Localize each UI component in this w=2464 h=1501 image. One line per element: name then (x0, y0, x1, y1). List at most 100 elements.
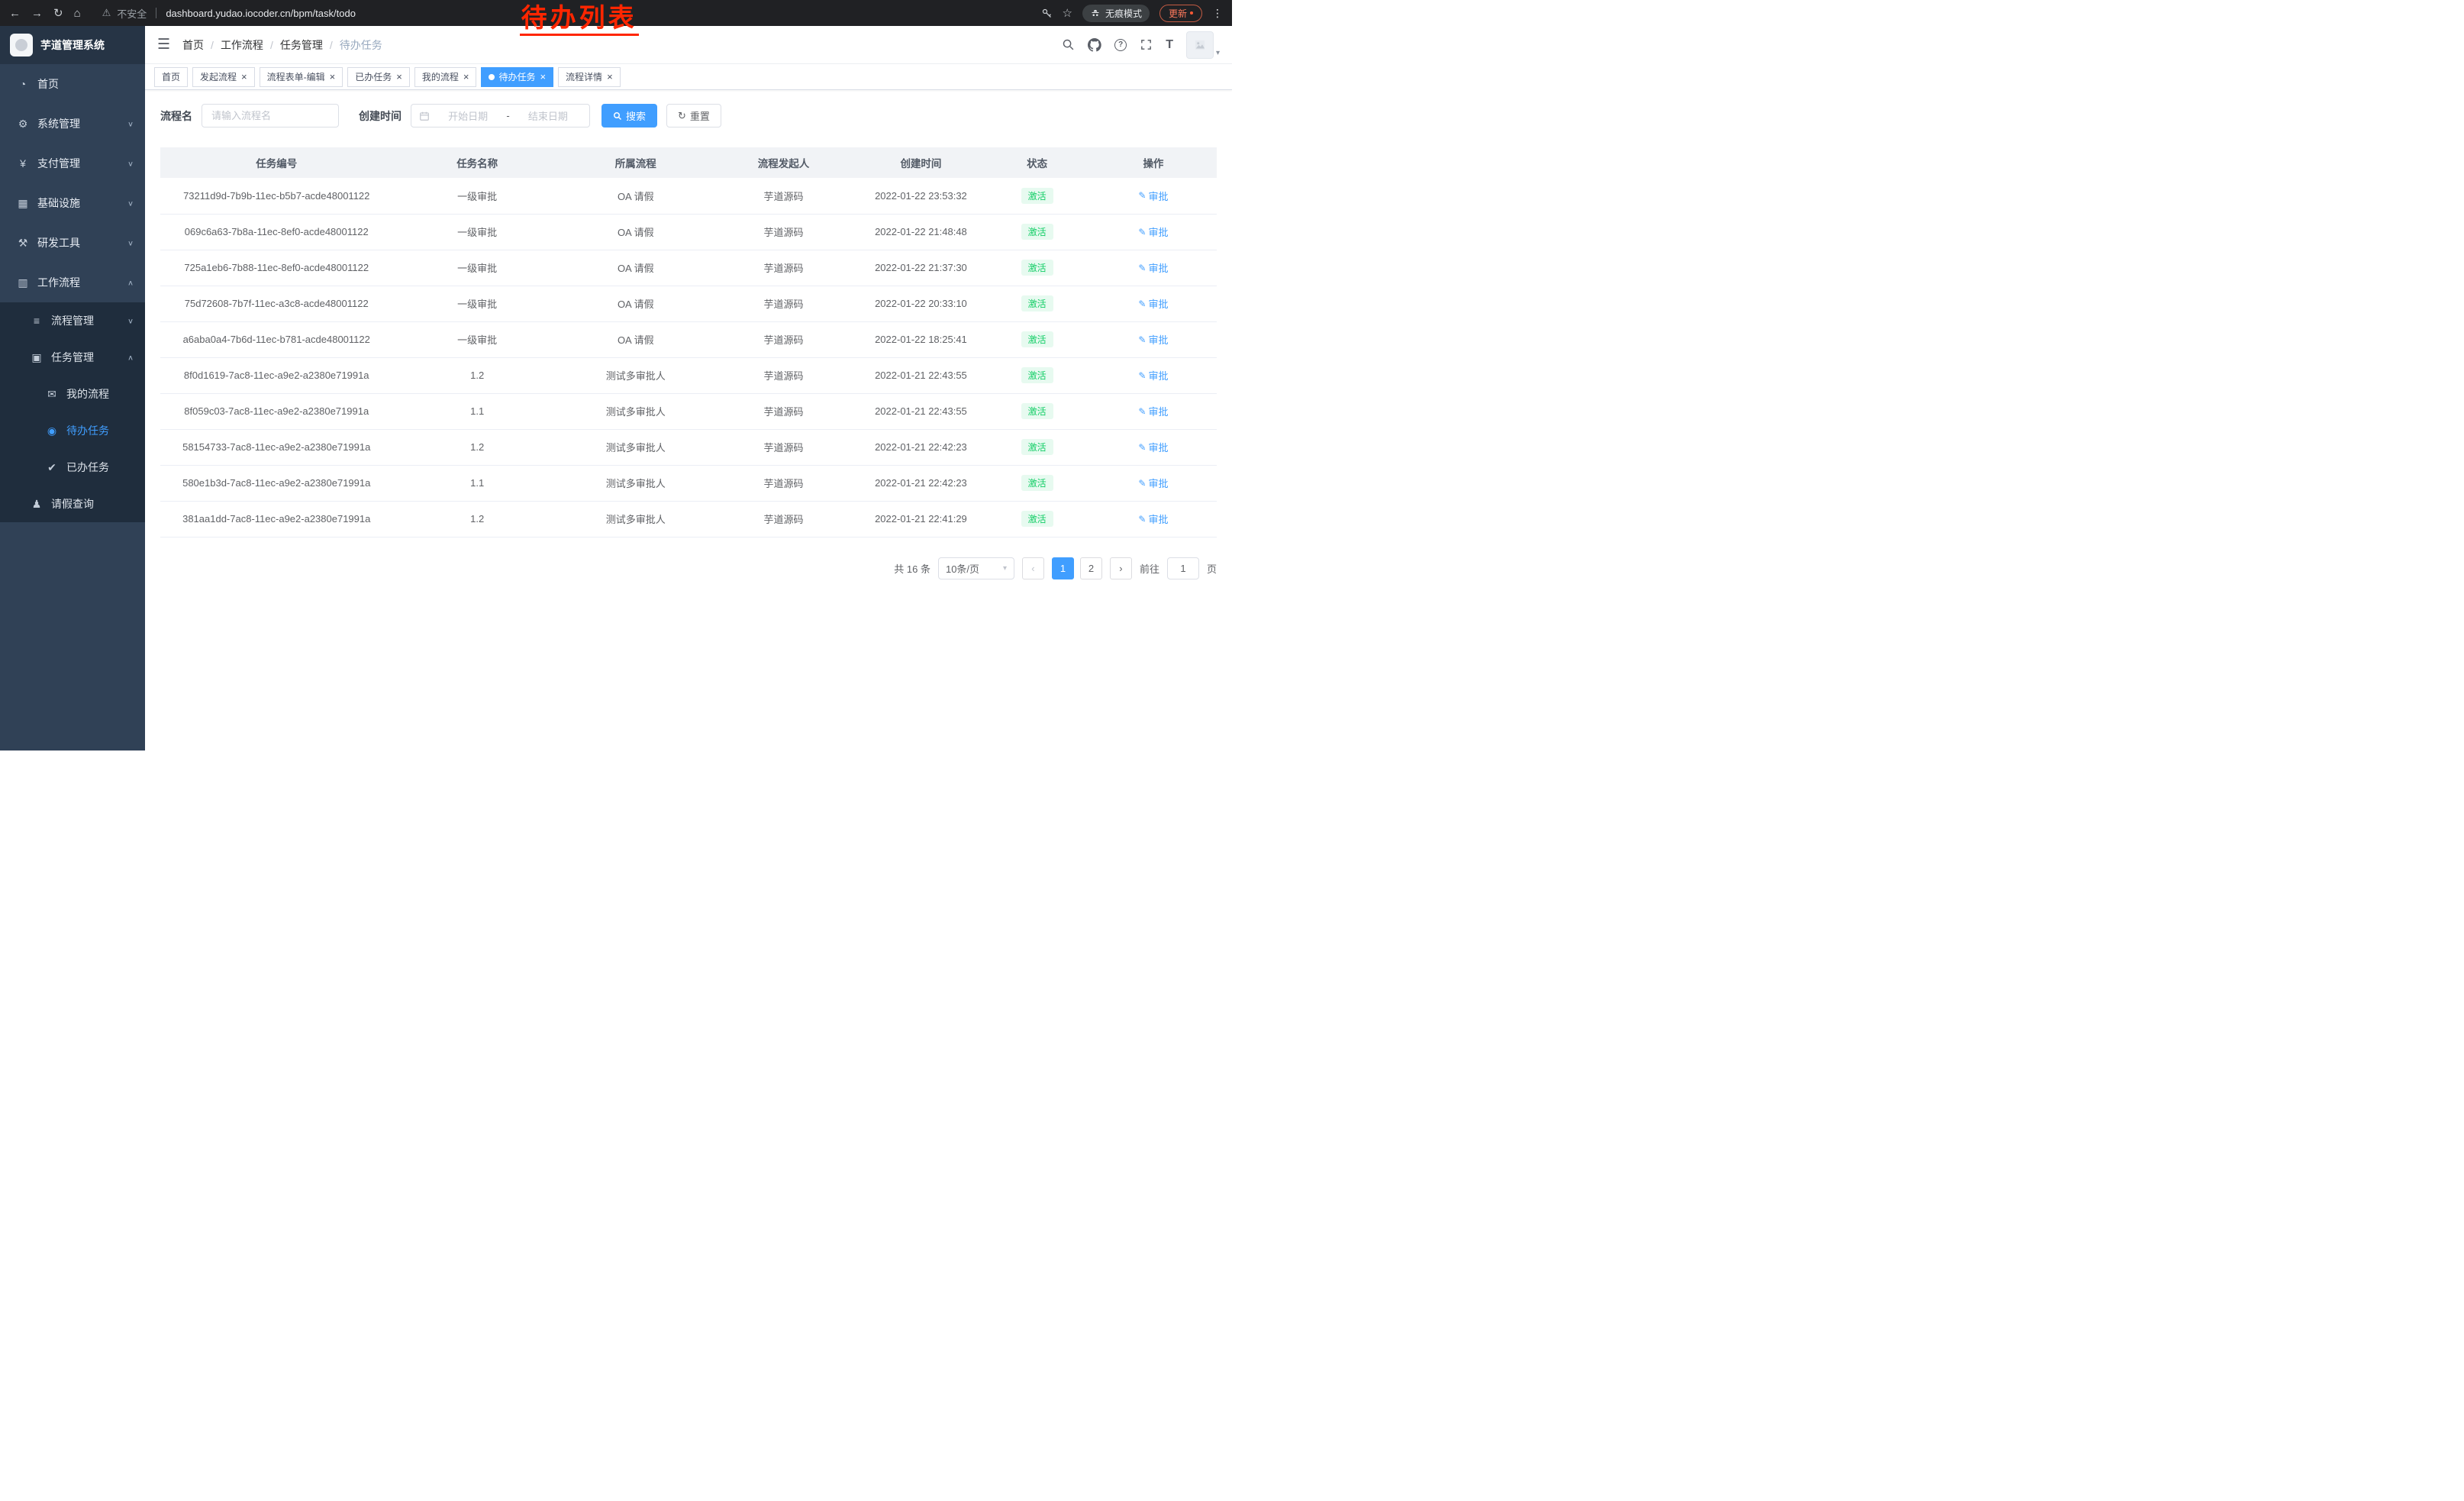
cell-status: 激活 (984, 178, 1089, 214)
home-icon[interactable]: ⌂ (74, 7, 81, 20)
close-icon[interactable]: × (540, 72, 546, 82)
sidebar-item-system-management[interactable]: ⚙系统管理∨ (0, 104, 145, 144)
close-icon[interactable]: × (241, 72, 247, 82)
search-button[interactable]: 搜索 (601, 104, 657, 128)
sidebar-item-label: 研发工具 (37, 235, 80, 250)
reset-button[interactable]: ↻ 重置 (666, 104, 721, 128)
breadcrumb-item[interactable]: 工作流程 (221, 37, 263, 53)
github-icon[interactable] (1088, 38, 1101, 52)
pagination: 共 16 条 10条/页 ▾ ‹ 12 › 前往 页 (160, 557, 1217, 579)
refresh-icon: ↻ (678, 110, 686, 122)
sidebar-item-home[interactable]: ◔首页 (0, 64, 145, 104)
approve-link[interactable]: ✎审批 (1138, 332, 1168, 347)
approve-link-label: 审批 (1148, 512, 1168, 526)
approve-link[interactable]: ✎审批 (1138, 260, 1168, 275)
sidebar-item-dev-tools[interactable]: ⚒研发工具∨ (0, 223, 145, 263)
sidebar-item-payment-management[interactable]: ¥支付管理∨ (0, 144, 145, 183)
process-name-input[interactable] (202, 104, 339, 128)
approve-link[interactable]: ✎审批 (1138, 368, 1168, 383)
table-row: 75d72608-7b7f-11ec-a3c8-acde48001122一级审批… (160, 286, 1217, 321)
column-header: 任务名称 (392, 147, 561, 178)
fullscreen-icon[interactable] (1140, 38, 1153, 51)
sidebar-item-label: 基础设施 (37, 195, 80, 211)
update-label: 更新 (1169, 7, 1187, 20)
close-icon[interactable]: × (607, 72, 613, 82)
bookmark-star-icon[interactable]: ☆ (1063, 6, 1072, 20)
approve-link[interactable]: ✎审批 (1138, 189, 1168, 203)
next-page-button[interactable]: › (1110, 557, 1132, 579)
status-badge: 激活 (1021, 331, 1053, 347)
page-button-1[interactable]: 1 (1052, 557, 1074, 579)
date-range-picker[interactable]: 开始日期 - 结束日期 (411, 104, 590, 128)
prev-page-button[interactable]: ‹ (1022, 557, 1044, 579)
sidebar: 芋道管理系统 ◔首页⚙系统管理∨¥支付管理∨▦基础设施∨⚒研发工具∨▥工作流程∧… (0, 26, 145, 750)
cell-created: 2022-01-22 18:25:41 (857, 321, 984, 357)
cell-task-id: 725a1eb6-7b88-11ec-8ef0-acde48001122 (160, 250, 392, 286)
search-icon[interactable] (1062, 38, 1075, 51)
approve-link[interactable]: ✎审批 (1138, 440, 1168, 454)
cell-task-name: 一级审批 (392, 214, 561, 250)
sidebar-item-task-management[interactable]: ▣任务管理∧ (0, 339, 145, 376)
tab-start-process[interactable]: 发起流程× (192, 67, 255, 87)
breadcrumb-item[interactable]: 任务管理 (280, 37, 323, 53)
sidebar-item-done-tasks[interactable]: ✔已办任务 (0, 449, 145, 486)
tab-my-process[interactable]: 我的流程× (414, 67, 477, 87)
sidebar-item-label: 工作流程 (37, 275, 80, 290)
warning-icon: ⚠ (102, 7, 111, 19)
approve-link-label: 审批 (1148, 224, 1168, 239)
approve-link[interactable]: ✎审批 (1138, 512, 1168, 526)
sidebar-item-workflow[interactable]: ▥工作流程∧ (0, 263, 145, 302)
sidebar-item-label: 待办任务 (66, 423, 109, 438)
incognito-badge: 无痕模式 (1082, 5, 1150, 22)
cell-task-name: 一级审批 (392, 250, 561, 286)
tab-home[interactable]: 首页 (154, 67, 188, 87)
user-avatar-menu[interactable]: ▾ (1186, 31, 1220, 59)
collapse-sidebar-icon[interactable]: ☰ (157, 36, 170, 53)
help-icon[interactable]: ? (1114, 39, 1127, 51)
goto-page-input[interactable] (1167, 557, 1199, 579)
update-dot (1190, 11, 1193, 15)
close-icon[interactable]: × (396, 72, 402, 82)
tab-todo-tasks[interactable]: 待办任务× (481, 67, 553, 87)
page-button-2[interactable]: 2 (1080, 557, 1102, 579)
cell-created: 2022-01-21 22:42:23 (857, 429, 984, 465)
approve-link[interactable]: ✎审批 (1138, 296, 1168, 311)
logo[interactable]: 芋道管理系统 (0, 26, 145, 64)
tab-done-tasks[interactable]: 已办任务× (347, 67, 410, 87)
back-icon[interactable]: ← (9, 7, 21, 20)
cell-initiator: 芋道源码 (710, 214, 858, 250)
cell-task-id: a6aba0a4-7b6d-11ec-b781-acde48001122 (160, 321, 392, 357)
sidebar-item-my-process[interactable]: ✉我的流程 (0, 376, 145, 412)
end-date-placeholder[interactable]: 结束日期 (514, 108, 582, 123)
cell-task-name: 1.2 (392, 429, 561, 465)
tab-process-detail[interactable]: 流程详情× (558, 67, 621, 87)
update-button[interactable]: 更新 (1159, 5, 1202, 22)
key-icon[interactable] (1041, 8, 1053, 19)
close-icon[interactable]: × (463, 72, 469, 82)
sidebar-item-infrastructure[interactable]: ▦基础设施∨ (0, 183, 145, 223)
sidebar-item-leave-query[interactable]: ♟请假查询 (0, 486, 145, 522)
chevron-up-icon: ∧ (127, 353, 134, 361)
refresh-icon[interactable]: ↻ (53, 6, 63, 20)
sidebar-item-process-management[interactable]: ≡流程管理∨ (0, 302, 145, 339)
chevron-up-icon: ∧ (127, 278, 134, 286)
close-icon[interactable]: × (330, 72, 336, 82)
font-size-icon[interactable]: T (1166, 38, 1173, 52)
breadcrumb-item[interactable]: 首页 (182, 37, 204, 53)
approve-link[interactable]: ✎审批 (1138, 224, 1168, 239)
tab-form-edit[interactable]: 流程表单-编辑× (260, 67, 343, 87)
cell-created: 2022-01-22 21:48:48 (857, 214, 984, 250)
approve-link-label: 审批 (1148, 296, 1168, 311)
cell-task-name: 1.1 (392, 393, 561, 429)
page-size-select[interactable]: 10条/页 ▾ (938, 557, 1014, 579)
approve-link[interactable]: ✎审批 (1138, 404, 1168, 418)
task-table-body: 73211d9d-7b9b-11ec-b5b7-acde48001122一级审批… (160, 178, 1217, 537)
browser-menu-icon[interactable]: ⋮ (1212, 7, 1223, 20)
start-date-placeholder[interactable]: 开始日期 (434, 108, 502, 123)
page-unit-label: 页 (1207, 561, 1217, 576)
breadcrumb-separator: / (270, 39, 273, 51)
approve-link[interactable]: ✎审批 (1138, 476, 1168, 490)
task-table: 任务编号任务名称所属流程流程发起人创建时间状态操作 73211d9d-7b9b-… (160, 147, 1217, 537)
sidebar-item-todo-tasks[interactable]: ◉待办任务 (0, 412, 145, 449)
forward-icon[interactable]: → (31, 7, 43, 20)
